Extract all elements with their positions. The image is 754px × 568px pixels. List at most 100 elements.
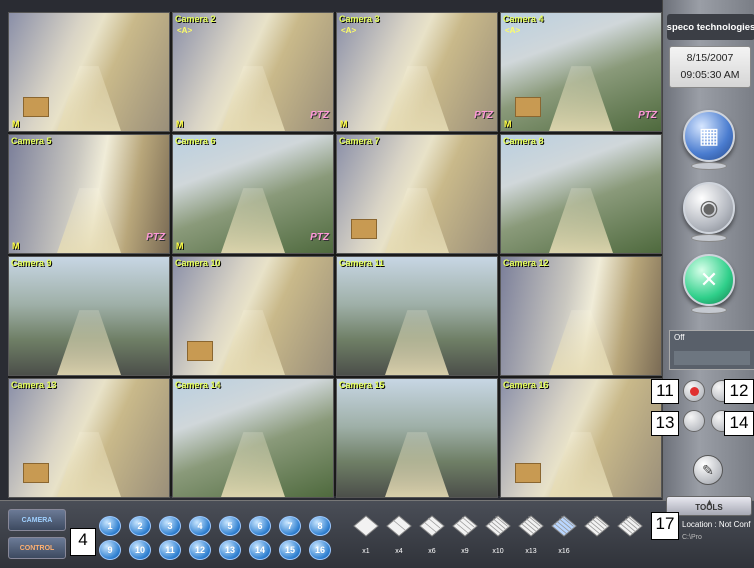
camera-tile[interactable]: Camera 5 M PTZ: [8, 134, 170, 254]
split-mode-button[interactable]: [517, 514, 545, 542]
callout-4: 4: [70, 528, 96, 556]
tab-control[interactable]: CONTROL: [8, 537, 66, 559]
camera-tile[interactable]: Camera 7: [336, 134, 498, 254]
channel-button[interactable]: 5: [219, 516, 241, 536]
motion-indicator: M: [12, 119, 20, 129]
channel-button[interactable]: 13: [219, 540, 241, 560]
corridor-floor: [549, 432, 613, 497]
dvr-viewer-window: M Camera 2 <A> M PTZ Camera 3 <A> M PTZ Camera 4 <…: [0, 0, 754, 568]
corridor-floor: [57, 432, 121, 497]
camera-title: Camera 8: [503, 136, 544, 146]
split-mode-label: x13: [525, 548, 537, 555]
camera-tile[interactable]: Camera 8: [500, 134, 662, 254]
camera-title: Camera 5: [11, 136, 52, 146]
corridor-floor: [221, 188, 285, 253]
camera-tile[interactable]: Camera 3 <A> M PTZ: [336, 12, 498, 132]
corridor-floor: [385, 310, 449, 375]
callout-17: 17: [651, 512, 679, 540]
channel-button[interactable]: 11: [159, 540, 181, 560]
camera-title: Camera 9: [11, 258, 52, 268]
channel-button[interactable]: 9: [99, 540, 121, 560]
windows-icon: ▦: [698, 123, 720, 148]
camera-tile[interactable]: Camera 2 <A> M PTZ: [172, 12, 334, 132]
camera-tile[interactable]: Camera 15: [336, 378, 498, 498]
diamond-grid-icon: [419, 515, 445, 537]
channel-button[interactable]: 14: [249, 540, 271, 560]
camera-tile[interactable]: Camera 16: [500, 378, 662, 498]
corridor-floor: [549, 188, 613, 253]
motion-indicator: M: [176, 241, 184, 251]
diamond-grid-icon: [386, 515, 412, 537]
camera-tile[interactable]: Camera 14: [172, 378, 334, 498]
split-mode-button[interactable]: [583, 514, 611, 542]
split-mode-label: x1: [362, 548, 370, 555]
camera-title: Camera 16: [503, 380, 549, 390]
box-shape: [187, 341, 213, 361]
channel-button[interactable]: 6: [249, 516, 271, 536]
channel-button[interactable]: 10: [129, 540, 151, 560]
split-mode-button[interactable]: [451, 514, 479, 542]
camera-title: Camera 4: [503, 14, 544, 24]
setup-button[interactable]: ✎: [693, 455, 723, 485]
status-text: Off: [674, 333, 685, 342]
location-path-text: C:\Pro: [682, 534, 702, 541]
channel-button[interactable]: 16: [309, 540, 331, 560]
channel-button[interactable]: 12: [189, 540, 211, 560]
ptz-globe-button[interactable]: ✕: [683, 254, 735, 314]
camera-title: Camera 15: [339, 380, 385, 390]
move-arrows-icon: [617, 515, 643, 537]
diamond-grid-icon: [452, 515, 478, 537]
callout-11: 11: [651, 379, 679, 404]
box-shape: [351, 219, 377, 239]
channel-button[interactable]: 2: [129, 516, 151, 536]
status-panel: Off: [669, 330, 754, 370]
brand-logo: speco technologies: [667, 14, 754, 40]
tab-camera[interactable]: CAMERA: [8, 509, 66, 531]
channel-button[interactable]: 1: [99, 516, 121, 536]
ptz-cross-icon: ✕: [699, 267, 719, 292]
split-mode-button[interactable]: [550, 514, 578, 542]
corridor-floor: [549, 310, 613, 375]
split-mode-label: x10: [492, 548, 504, 555]
layout-globe-button[interactable]: ▦: [683, 110, 735, 170]
channel-button[interactable]: 3: [159, 516, 181, 536]
camera-tile[interactable]: Camera 9: [8, 256, 170, 376]
split-mode-button[interactable]: [418, 514, 446, 542]
ptz-indicator: PTZ: [310, 232, 329, 243]
record-button[interactable]: [683, 380, 705, 402]
camera-tile[interactable]: Camera 13: [8, 378, 170, 498]
channel-button[interactable]: 15: [279, 540, 301, 560]
split-mode-button[interactable]: [616, 514, 644, 542]
split-mode-button[interactable]: [484, 514, 512, 542]
corridor-floor: [57, 188, 121, 253]
camera-tile[interactable]: Camera 4 <A> M PTZ: [500, 12, 662, 132]
camera-tile[interactable]: Camera 12: [500, 256, 662, 376]
box-shape: [23, 463, 49, 483]
camera-tile[interactable]: M: [8, 12, 170, 132]
channel-button[interactable]: 4: [189, 516, 211, 536]
camera-tile[interactable]: Camera 6 M PTZ: [172, 134, 334, 254]
split-mode-button[interactable]: [385, 514, 413, 542]
camera-title: Camera 10: [175, 258, 221, 268]
camera-tile[interactable]: Camera 11: [336, 256, 498, 376]
channel-button[interactable]: 8: [309, 516, 331, 536]
search-button[interactable]: [683, 410, 705, 432]
channel-button[interactable]: 7: [279, 516, 301, 536]
camera-tile[interactable]: Camera 10: [172, 256, 334, 376]
location-text: Location : Not Conf: [682, 520, 751, 529]
time-text: 09:05:30 AM: [680, 69, 740, 81]
split-mode-button[interactable]: [352, 514, 380, 542]
camera-title: Camera 3: [339, 14, 380, 24]
callout-14: 14: [724, 411, 754, 436]
camera-audio-indicator: <A>: [341, 26, 357, 35]
motion-indicator: M: [12, 241, 20, 251]
split-mode-label: x6: [428, 548, 436, 555]
camera-audio-indicator: <A>: [177, 26, 193, 35]
split-mode-label: x16: [558, 548, 570, 555]
corridor-floor: [385, 432, 449, 497]
chevron-up-icon: ▲: [705, 497, 714, 507]
box-shape: [515, 97, 541, 117]
diamond-grid-icon: [485, 515, 511, 537]
ptz-indicator: PTZ: [474, 110, 493, 121]
alarm-globe-button[interactable]: ◉: [683, 182, 735, 242]
